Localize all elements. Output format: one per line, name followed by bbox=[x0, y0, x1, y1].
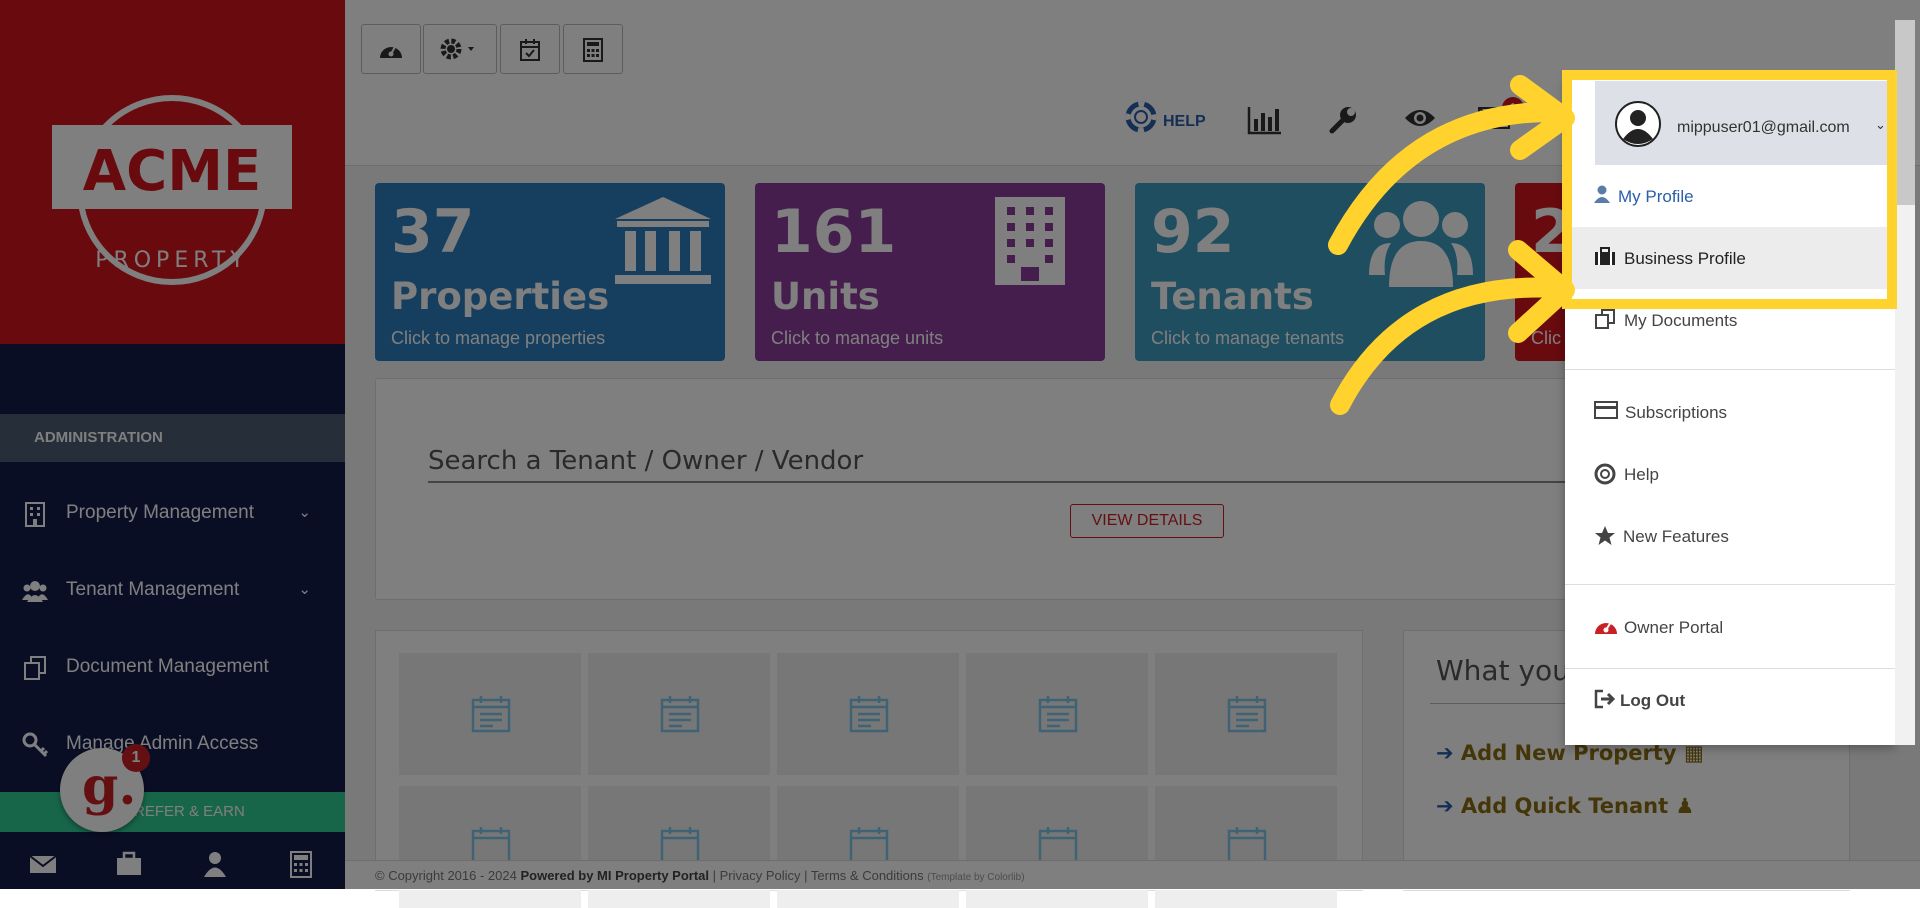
tutorial-arrows bbox=[1328, 75, 1575, 415]
